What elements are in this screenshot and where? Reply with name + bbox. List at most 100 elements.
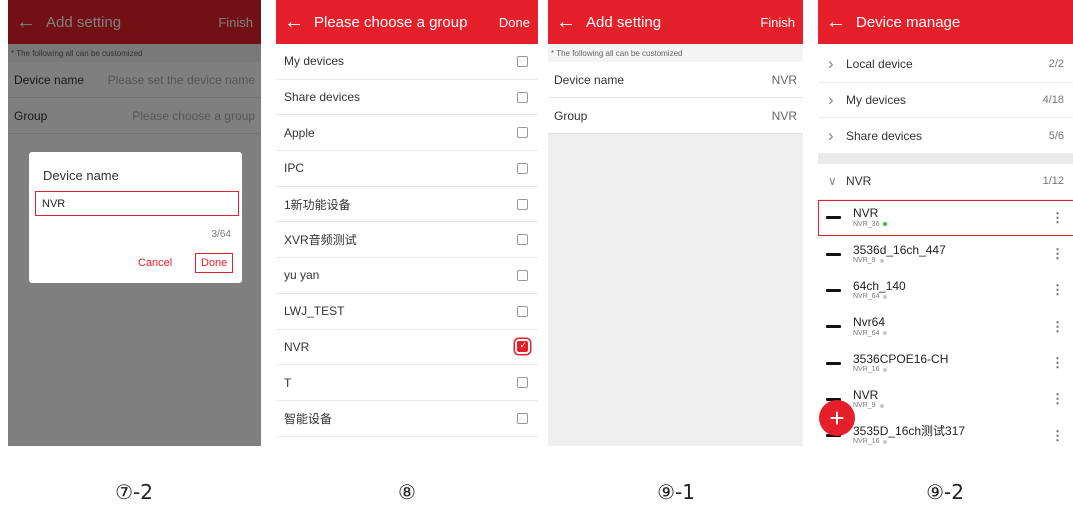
device-item[interactable]: 3536d_16ch_447 NVR_9 ⋮ <box>818 236 1073 272</box>
group-row[interactable]: Group NVR <box>548 98 803 134</box>
caption: ⑨-2 <box>926 480 964 504</box>
group-option[interactable]: My devices <box>276 44 538 80</box>
checkbox[interactable] <box>517 412 528 424</box>
device-type: NVR_64 <box>853 293 880 301</box>
checkbox[interactable] <box>517 55 528 67</box>
device-item[interactable]: Nvr64 NVR_64 ⋮ <box>818 309 1073 345</box>
device-subtitle: NVR_16 <box>853 366 1051 374</box>
device-subtitle: NVR_64 <box>853 293 1051 301</box>
device-subtitle: NVR_9 <box>853 257 1051 265</box>
more-vertical-icon[interactable]: ⋮ <box>1051 282 1064 298</box>
group-option[interactable]: Apple <box>276 115 538 152</box>
group-option[interactable]: Share devices <box>276 80 538 116</box>
device-item[interactable]: 64ch_140 NVR_64 ⋮ <box>818 272 1073 308</box>
group-option-label: T <box>284 375 292 390</box>
device-type: NVR_9 <box>853 402 876 410</box>
group-item[interactable]: › Share devices 5/6 <box>818 118 1073 155</box>
more-vertical-icon[interactable]: ⋮ <box>1051 210 1064 226</box>
nvr-device-icon <box>826 325 841 329</box>
group-count: 5/6 <box>1048 129 1064 142</box>
dialog-title: Device name <box>43 168 119 183</box>
device-name-row[interactable]: Device name NVR <box>548 62 803 98</box>
group-item[interactable]: › My devices 4/18 <box>818 83 1073 119</box>
device-name-input[interactable]: NVR <box>35 191 239 216</box>
device-list: NVR NVR_36 ⋮ 3536d_16ch_447 NVR_9 ⋮ 64ch_140 NV… <box>818 200 1073 446</box>
more-vertical-icon[interactable]: ⋮ <box>1051 428 1064 444</box>
group-option-label: yu yan <box>284 268 320 283</box>
device-info: 3536CPOE16-CH NVR_16 <box>853 352 1051 374</box>
device-subtitle: NVR_36 <box>853 221 1051 229</box>
more-vertical-icon[interactable]: ⋮ <box>1051 246 1064 262</box>
device-subtitle: NVR_9 <box>853 402 1051 410</box>
device-type: NVR_36 <box>853 220 880 228</box>
device-item[interactable]: 3535D_16ch测试317 NVR_16 ⋮ <box>818 418 1073 446</box>
group-count: 2/2 <box>1048 58 1064 71</box>
nvr-device-icon <box>826 252 841 256</box>
device-name: 3536d_16ch_447 <box>853 242 946 257</box>
screen-add-setting-dialog: ← Add setting Finish * The following all… <box>8 0 261 446</box>
device-info: NVR NVR_9 <box>853 388 1051 410</box>
caption: ⑨-1 <box>657 480 695 504</box>
group-option[interactable]: IPC <box>276 151 538 187</box>
finish-button[interactable]: Finish <box>760 15 795 30</box>
device-subtitle: NVR_16 <box>853 438 1051 446</box>
device-info: Nvr64 NVR_64 <box>853 316 1051 337</box>
group-option-label: Apple <box>284 125 315 140</box>
device-item[interactable]: 3536CPOE16-CH NVR_16 ⋮ <box>818 345 1073 381</box>
group-option[interactable]: 1新功能设备 <box>276 187 538 223</box>
checkbox[interactable] <box>517 127 528 139</box>
chevron-right-icon: › <box>828 90 834 110</box>
group-option[interactable]: 智能设备 <box>276 401 538 437</box>
screen-choose-group: ← Please choose a group Done My devices S… <box>276 0 538 446</box>
done-button[interactable]: Done <box>195 253 234 273</box>
nvr-device-icon <box>826 361 841 365</box>
device-item[interactable]: NVR NVR_9 ⋮ <box>818 381 1073 417</box>
group-option[interactable]: NVR <box>276 330 538 366</box>
more-vertical-icon[interactable]: ⋮ <box>1051 319 1064 335</box>
row-label: Device name <box>554 72 625 87</box>
group-option[interactable]: XVR音频测试 <box>276 222 538 259</box>
checkbox[interactable] <box>517 377 528 389</box>
group-option[interactable]: LWJ_TEST <box>276 294 538 330</box>
caption: ⑧ <box>398 480 416 504</box>
plus-icon[interactable]: + <box>819 400 855 436</box>
group-item[interactable]: › Local device 2/2 <box>818 47 1073 83</box>
device-name: Nvr64 <box>853 315 886 330</box>
row-value: NVR <box>771 72 797 87</box>
cancel-button[interactable]: Cancel <box>138 257 172 269</box>
status-dot-icon <box>883 222 888 227</box>
top-bar: ← Please choose a group Done <box>276 0 538 44</box>
more-vertical-icon[interactable]: ⋮ <box>1051 355 1064 371</box>
checkbox[interactable] <box>517 269 528 281</box>
arrow-left-icon[interactable]: ← <box>556 12 576 32</box>
status-dot-icon <box>879 258 884 263</box>
group-item-expanded[interactable]: ∨ NVR 1/12 <box>818 164 1073 200</box>
device-type: NVR_64 <box>853 329 880 337</box>
group-option-label: IPC <box>284 161 305 176</box>
checkbox[interactable] <box>517 198 528 210</box>
device-info: 3535D_16ch测试317 NVR_16 <box>853 425 1051 446</box>
more-vertical-icon[interactable]: ⋮ <box>1051 391 1064 407</box>
device-item[interactable]: NVR NVR_36 ⋮ <box>818 200 1073 236</box>
checkbox-checked[interactable] <box>515 339 530 355</box>
group-option-label: 智能设备 <box>284 411 333 426</box>
caption: ⑦-2 <box>115 480 153 504</box>
status-dot-icon <box>883 440 888 445</box>
group-label: Share devices <box>846 128 923 143</box>
nvr-device-icon <box>826 216 841 220</box>
checkbox[interactable] <box>517 162 528 174</box>
hint-text: * The following all can be customized <box>548 44 803 62</box>
done-button[interactable]: Done <box>499 15 530 30</box>
group-option[interactable]: T <box>276 365 538 401</box>
checkbox[interactable] <box>517 305 528 317</box>
group-option[interactable]: yu yan <box>276 258 538 294</box>
device-name: 64ch_140 <box>853 279 906 294</box>
group-option-label: NVR <box>284 339 310 354</box>
group-label: NVR <box>846 174 872 189</box>
status-dot-icon <box>883 367 888 372</box>
nvr-device-icon <box>826 288 841 292</box>
checkbox[interactable] <box>517 234 528 246</box>
arrow-left-icon[interactable]: ← <box>284 12 304 32</box>
checkbox[interactable] <box>517 91 528 103</box>
arrow-left-icon[interactable]: ← <box>826 12 846 32</box>
